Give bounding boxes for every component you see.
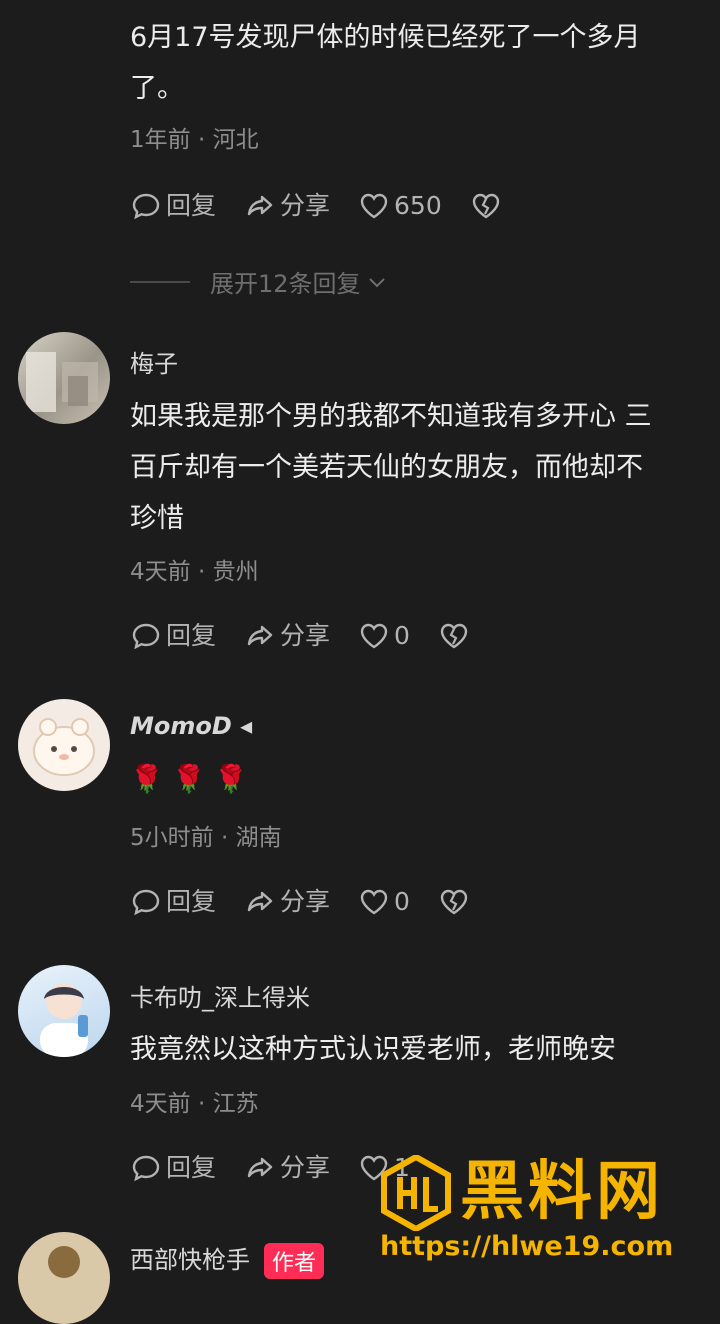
- like-count: 0: [394, 621, 410, 650]
- comment-1-line-1: 如果我是那个男的我都不知道我有多开心 三: [130, 401, 652, 432]
- share-button[interactable]: 分享: [244, 620, 330, 652]
- expand-replies-label: 展开12条回复: [210, 270, 361, 298]
- username-row: 西部快枪手 作者: [130, 1240, 325, 1279]
- comment-0-line-1: 6月17号发现尸体的时候已经死了一个多月: [130, 22, 641, 53]
- comment-3-text: 我竟然以这种方式认识爱老师，老师晚安: [130, 1034, 616, 1065]
- comment-2-text: 🌹 🌹 🌹: [130, 764, 249, 795]
- share-button[interactable]: 分享: [244, 190, 330, 222]
- share-arrow-icon: [247, 195, 273, 216]
- like-button[interactable]: 0: [358, 620, 410, 652]
- comment-1-line-2: 百斤却有一个美若天仙的女朋友，而他却不: [130, 452, 643, 483]
- watermark-url: https://hlwe19.com: [380, 1231, 674, 1262]
- share-label: 分享: [280, 621, 331, 650]
- comment-bubble-icon: [132, 1155, 160, 1182]
- reply-label: 回复: [166, 621, 217, 650]
- avatar-image: [40, 983, 88, 1057]
- comment-bubble-icon: [132, 623, 160, 650]
- comment-1-line-3: 珍惜: [130, 503, 184, 534]
- avatar[interactable]: [18, 1232, 110, 1324]
- comment-1-meta: 4天前 · 贵州: [130, 559, 259, 585]
- share-button[interactable]: 分享: [244, 1152, 330, 1184]
- reply-button[interactable]: 回复: [130, 886, 216, 918]
- reply-label: 回复: [166, 191, 217, 220]
- author-badge: 作者: [264, 1243, 325, 1279]
- avatar-image: [48, 1246, 80, 1278]
- like-count: 0: [394, 887, 410, 916]
- username[interactable]: 西部快枪手: [130, 1246, 250, 1274]
- broken-heart-icon: [440, 623, 468, 649]
- broken-heart-icon: [440, 889, 468, 915]
- share-label: 分享: [280, 887, 331, 916]
- share-button[interactable]: 分享: [244, 886, 330, 918]
- watermark-logo: [381, 1155, 451, 1231]
- reply-button[interactable]: 回复: [130, 620, 216, 652]
- avatar[interactable]: [18, 332, 110, 424]
- comment-0-actions: 回复 分享 650: [130, 186, 534, 226]
- expand-divider: [130, 280, 190, 283]
- dislike-button[interactable]: [438, 620, 474, 652]
- like-button[interactable]: 0: [358, 886, 410, 918]
- like-button[interactable]: 650: [358, 190, 442, 222]
- comment-2-meta: 5小时前 · 湖南: [130, 825, 282, 851]
- share-arrow-icon: [247, 891, 273, 912]
- reply-button[interactable]: 回复: [130, 190, 216, 222]
- dislike-button[interactable]: [470, 190, 506, 222]
- comment-0-line-2: 了。: [130, 73, 184, 104]
- share-arrow-icon: [247, 625, 273, 646]
- avatar[interactable]: [18, 699, 110, 791]
- comment-0-meta: 1年前 · 河北: [130, 127, 259, 153]
- share-label: 分享: [280, 191, 331, 220]
- comment-0-text: 6月17号发现尸体的时候已经死了一个多月 了。: [130, 12, 705, 114]
- comment-1-text: 如果我是那个男的我都不知道我有多开心 三 百斤却有一个美若天仙的女朋友，而他却不…: [130, 391, 705, 544]
- share-arrow-icon: [247, 1157, 273, 1178]
- username[interactable]: MomoD ◂: [130, 712, 252, 740]
- comment-3-meta: 4天前 · 江苏: [130, 1091, 259, 1117]
- share-label: 分享: [280, 1153, 331, 1182]
- username[interactable]: 梅子: [130, 344, 178, 379]
- comment-2-actions: 回复 分享 0: [130, 882, 502, 922]
- avatar[interactable]: [18, 965, 110, 1057]
- avatar-image: [33, 718, 95, 776]
- dislike-button[interactable]: [438, 886, 474, 918]
- comment-bubble-icon: [132, 193, 160, 220]
- reply-label: 回复: [166, 1153, 217, 1182]
- username[interactable]: 卡布叻_深上得米: [130, 978, 310, 1013]
- expand-replies-button[interactable]: 展开12条回复: [130, 264, 389, 299]
- broken-heart-icon: [472, 193, 499, 219]
- heart-icon: [360, 623, 388, 649]
- comment-bubble-icon: [132, 889, 160, 916]
- watermark: 黑料网 https://hlwe19.com: [380, 1155, 710, 1280]
- avatar-image: [26, 352, 98, 412]
- heart-icon: [360, 193, 388, 219]
- watermark-title: 黑料网: [460, 1155, 664, 1229]
- heart-icon: [360, 889, 388, 915]
- comment-1-actions: 回复 分享 0: [130, 616, 502, 656]
- reply-label: 回复: [166, 887, 217, 916]
- chevron-down-icon: [368, 277, 385, 287]
- like-count: 650: [394, 191, 442, 220]
- reply-button[interactable]: 回复: [130, 1152, 216, 1184]
